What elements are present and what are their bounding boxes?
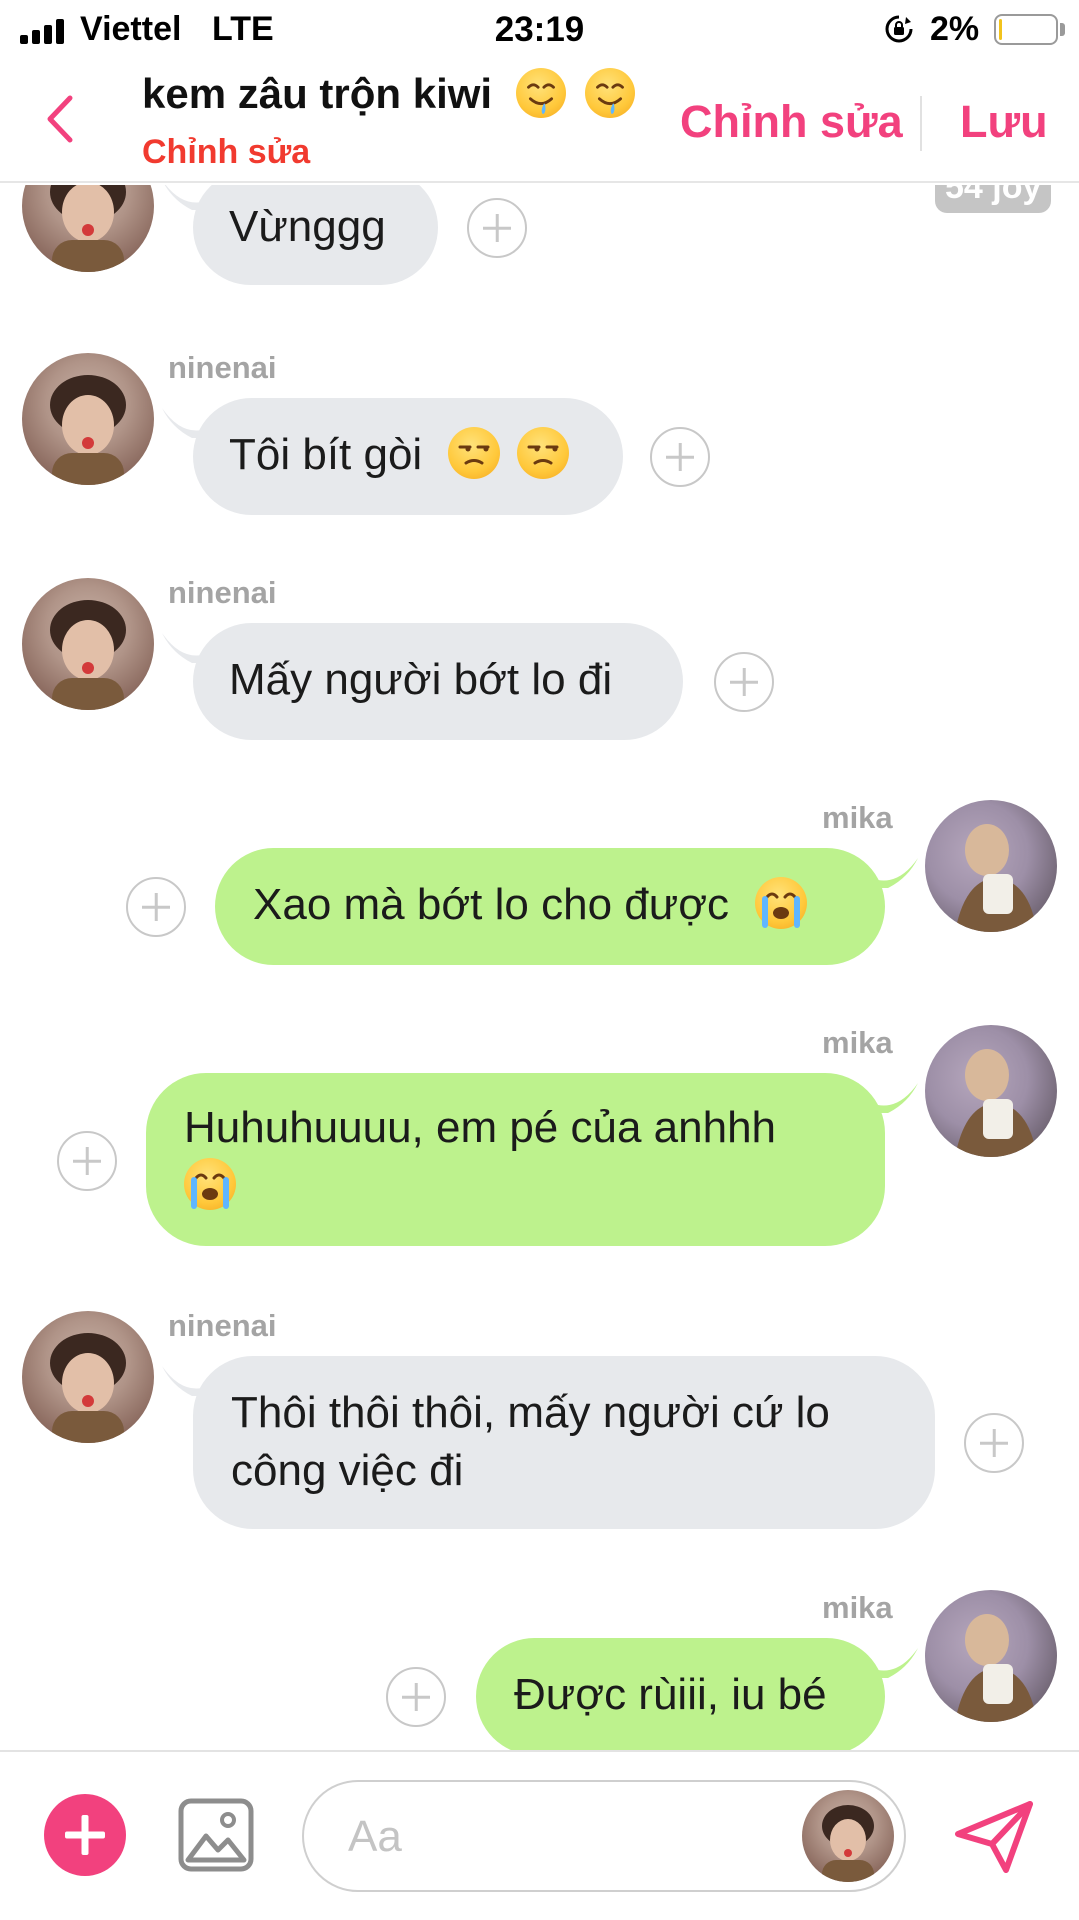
battery-tip	[1060, 23, 1065, 36]
message-item: ninenai Mấy người bớt lo đi	[0, 575, 1079, 775]
sender-name: mika	[822, 800, 893, 835]
reaction-badge[interactable]: 54 joy	[935, 185, 1052, 213]
message-bubble[interactable]: Mấy người bớt lo đi	[193, 623, 683, 740]
message-bubble[interactable]: Vừnggg	[193, 185, 438, 285]
message-list[interactable]: Vừnggg 54 joy ninenai Tôi bít gòi ninena…	[0, 185, 1079, 1750]
add-attachment-button[interactable]	[44, 1794, 126, 1876]
add-reaction-button[interactable]	[126, 877, 186, 937]
add-reaction-button[interactable]	[386, 1667, 446, 1727]
chat-subtitle[interactable]: Chỉnh sửa	[142, 133, 310, 172]
send-icon[interactable]	[952, 1798, 1036, 1876]
add-reaction-button[interactable]	[650, 427, 710, 487]
sender-name: mika	[822, 1025, 893, 1060]
add-reaction-button[interactable]	[467, 198, 527, 258]
message-item: mika Xao mà bớt lo cho được	[0, 800, 1079, 1000]
drooling-face-emoji	[585, 68, 636, 118]
unamused-face-emoji	[448, 427, 501, 479]
loudly-crying-face-emoji	[184, 1158, 236, 1210]
back-chevron-icon[interactable]	[36, 88, 96, 150]
message-bubble[interactable]: Được rùiii, iu bé	[476, 1638, 885, 1750]
mika-avatar[interactable]	[925, 1590, 1057, 1722]
chat-screen: Viettel LTE 23:19 2% kem zâu trộn kiwi C…	[0, 0, 1079, 1920]
sender-name: ninenai	[168, 1308, 277, 1343]
bubble-tail	[162, 1366, 202, 1396]
bubble-tail	[162, 408, 202, 438]
bubble-tail	[162, 633, 202, 663]
battery-level	[999, 19, 1002, 40]
chat-title: kem zâu trộn kiwi	[142, 68, 636, 118]
message-text: Vừnggg	[229, 202, 386, 251]
sticker-avatar-button[interactable]	[802, 1790, 894, 1882]
message-text-line-2: công việc đi	[231, 1446, 464, 1495]
clock: 23:19	[494, 10, 585, 49]
drooling-face-emoji	[515, 68, 566, 118]
sender-name: ninenai	[168, 575, 277, 610]
edit-button[interactable]: Chỉnh sửa	[680, 96, 903, 148]
message-text: Mấy người bớt lo đi	[229, 655, 613, 704]
message-text: Được rùiii, iu bé	[514, 1670, 827, 1719]
bubble-tail	[878, 1648, 918, 1678]
loudly-crying-face-emoji	[755, 877, 808, 929]
add-reaction-button[interactable]	[714, 652, 774, 712]
chat-title-text: kem zâu trộn kiwi	[142, 70, 493, 117]
message-text: Xao mà bớt lo cho được	[253, 880, 730, 929]
sender-name: mika	[822, 1590, 893, 1625]
add-reaction-button[interactable]	[964, 1413, 1024, 1473]
message-bubble[interactable]: Tôi bít gòi	[193, 398, 623, 515]
ninenai-avatar[interactable]	[22, 185, 154, 272]
bubble-tail	[878, 1083, 918, 1113]
sender-name: ninenai	[168, 350, 277, 385]
message-item: ninenai Tôi bít gòi	[0, 350, 1079, 550]
ninenai-avatar[interactable]	[22, 1311, 154, 1443]
bubble-tail	[878, 858, 918, 888]
unamused-face-emoji	[516, 427, 569, 479]
status-bar: Viettel LTE 23:19 2%	[0, 0, 1079, 58]
message-input-placeholder: Aa	[348, 1812, 402, 1861]
mika-avatar[interactable]	[925, 1025, 1057, 1157]
message-text-line-1: Thôi thôi thôi, mấy người cứ lo	[231, 1388, 830, 1437]
save-button[interactable]: Lưu	[960, 96, 1048, 148]
message-item: mika Được rùiii, iu bé	[0, 1590, 1079, 1750]
message-item: ninenai Thôi thôi thôi, mấy người cứ lo …	[0, 1308, 1079, 1548]
add-reaction-button[interactable]	[57, 1131, 117, 1191]
chat-header: kem zâu trộn kiwi Chỉnh sửa Chỉnh sửa Lư…	[0, 58, 1079, 183]
message-composer: Aa	[0, 1750, 1079, 1920]
ninenai-avatar[interactable]	[22, 353, 154, 485]
message-text: Tôi bít gòi	[229, 430, 423, 479]
message-text: Huhuhuuuu, em pé của anhhh	[184, 1103, 777, 1152]
header-divider	[920, 96, 922, 151]
rotation-lock-icon	[885, 15, 913, 43]
message-bubble[interactable]: Huhuhuuuu, em pé của anhhh	[146, 1073, 885, 1246]
message-bubble[interactable]: Thôi thôi thôi, mấy người cứ lo công việ…	[193, 1356, 935, 1529]
message-item: Vừnggg 54 joy	[0, 185, 1079, 300]
message-bubble[interactable]: Xao mà bớt lo cho được	[215, 848, 885, 965]
ninenai-avatar[interactable]	[22, 578, 154, 710]
message-input[interactable]: Aa	[302, 1780, 906, 1892]
mika-avatar[interactable]	[925, 800, 1057, 932]
battery-icon	[994, 14, 1058, 45]
image-gallery-icon[interactable]	[178, 1798, 254, 1872]
battery-percent: 2%	[930, 10, 980, 48]
message-item: mika Huhuhuuuu, em pé của anhhh	[0, 1025, 1079, 1265]
